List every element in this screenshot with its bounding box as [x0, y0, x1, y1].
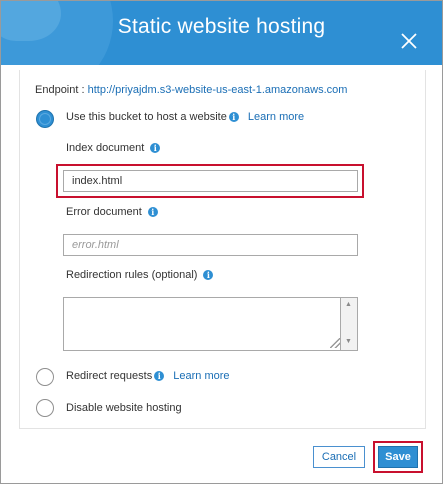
- dialog-title: Static website hosting: [117, 15, 326, 38]
- option-redirect-label: Redirect requests: [66, 370, 153, 382]
- textarea-scrollbar[interactable]: ▲ ▼: [341, 297, 358, 351]
- dialog-header: Static website hosting: [1, 1, 442, 65]
- info-icon[interactable]: i: [147, 207, 158, 217]
- save-button[interactable]: Save: [378, 446, 418, 468]
- redirection-rules-textarea[interactable]: [63, 297, 341, 351]
- radio-disable-hosting[interactable]: [36, 399, 54, 417]
- info-icon[interactable]: i: [203, 270, 214, 280]
- redirection-rules-row: Redirection rules (optional) i: [66, 269, 214, 281]
- info-icon[interactable]: i: [154, 371, 165, 381]
- info-icon[interactable]: i: [150, 143, 161, 153]
- option-disable-label: Disable website hosting: [66, 402, 182, 414]
- cancel-button[interactable]: Cancel: [313, 446, 365, 468]
- error-document-input[interactable]: [63, 234, 358, 256]
- index-document-row: Index document i: [66, 142, 161, 154]
- scroll-down-icon[interactable]: ▼: [345, 338, 352, 345]
- learn-more-link-host[interactable]: Learn more: [248, 111, 304, 123]
- endpoint-row: Endpoint : http://priyajdm.s3-website-us…: [35, 84, 347, 96]
- scroll-up-icon[interactable]: ▲: [345, 301, 352, 308]
- redirection-rules-label: Redirection rules (optional): [66, 269, 198, 281]
- error-document-label: Error document: [66, 206, 142, 218]
- index-document-label: Index document: [66, 142, 145, 154]
- endpoint-link[interactable]: http://priyajdm.s3-website-us-east-1.ama…: [88, 84, 348, 96]
- option-redirect-row: Redirect requests i Learn more: [66, 370, 230, 382]
- radio-redirect-requests[interactable]: [36, 368, 54, 386]
- info-icon[interactable]: i: [228, 112, 239, 122]
- radio-host-website[interactable]: [36, 110, 54, 128]
- option-host-label: Use this bucket to host a website: [66, 111, 227, 123]
- endpoint-label: Endpoint :: [35, 84, 85, 96]
- close-icon[interactable]: [399, 31, 419, 51]
- index-document-input[interactable]: [63, 170, 358, 192]
- resize-grip-icon[interactable]: [330, 338, 340, 348]
- learn-more-link-redirect[interactable]: Learn more: [173, 370, 229, 382]
- option-host-row: Use this bucket to host a website i Learn…: [66, 111, 304, 123]
- error-document-row: Error document i: [66, 206, 158, 218]
